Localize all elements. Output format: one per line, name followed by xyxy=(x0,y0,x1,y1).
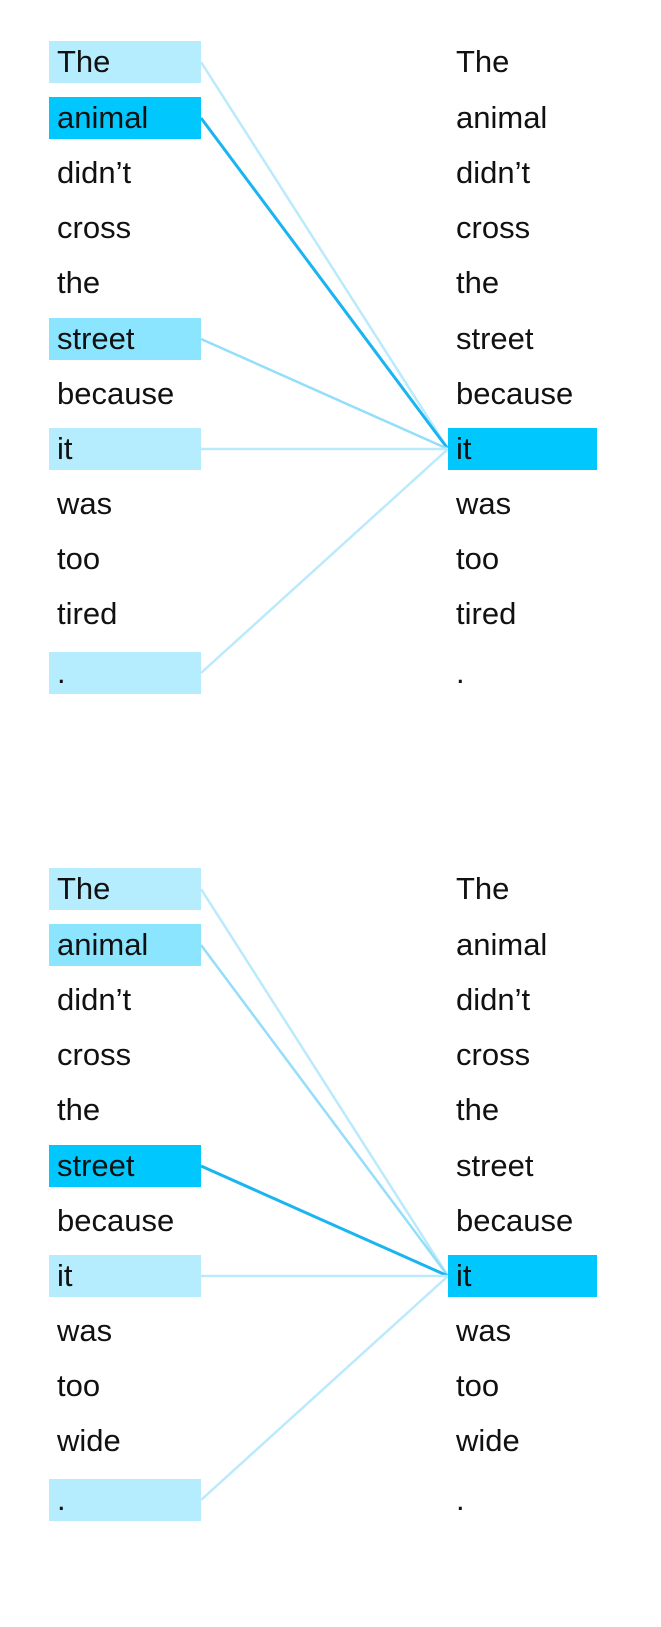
attention-line xyxy=(200,337,449,451)
right-token: animal xyxy=(456,100,548,135)
left-token: animal xyxy=(49,97,201,139)
right-token: . xyxy=(456,655,465,690)
right-token: tired xyxy=(456,596,517,631)
left-token: the xyxy=(57,265,101,300)
attention-line xyxy=(199,61,450,450)
right-token: animal xyxy=(456,927,548,962)
left-token: . xyxy=(49,1479,201,1521)
attention-diagram-1: The animal didn’t cross the street becau… xyxy=(0,0,661,800)
left-token: was xyxy=(57,486,113,521)
right-token: . xyxy=(456,1482,465,1517)
right-token: the xyxy=(456,265,500,300)
left-token: was xyxy=(57,1313,113,1348)
left-token: The xyxy=(49,868,201,910)
right-token: The xyxy=(456,871,510,906)
left-token: . xyxy=(49,652,201,694)
right-token: was xyxy=(456,486,512,521)
left-token: cross xyxy=(57,1037,132,1072)
attention-line xyxy=(199,888,450,1277)
left-token: didn’t xyxy=(57,155,132,190)
right-token: The xyxy=(456,44,510,79)
left-token: the xyxy=(57,1092,101,1127)
right-token: cross xyxy=(456,1037,531,1072)
left-token: because xyxy=(57,1203,175,1238)
attention-line xyxy=(199,944,450,1277)
right-token: cross xyxy=(456,210,531,245)
left-token: too xyxy=(57,541,101,576)
right-token: because xyxy=(456,376,574,411)
left-token: it xyxy=(49,1255,201,1297)
attention-line xyxy=(200,1275,449,1501)
attention-line xyxy=(200,448,449,674)
left-token: cross xyxy=(57,210,132,245)
attention-line xyxy=(200,1164,449,1278)
left-token: The xyxy=(49,41,201,83)
right-token: didn’t xyxy=(456,982,531,1017)
right-token: the xyxy=(456,1092,500,1127)
left-token: animal xyxy=(49,924,201,966)
right-token: didn’t xyxy=(456,155,531,190)
right-token: was xyxy=(456,1313,512,1348)
left-token: because xyxy=(57,376,175,411)
right-token: street xyxy=(456,1148,534,1183)
left-token: tired xyxy=(57,596,118,631)
left-token: it xyxy=(49,428,201,470)
right-token: because xyxy=(456,1203,574,1238)
left-token: street xyxy=(49,1145,201,1187)
right-token: too xyxy=(456,1368,500,1403)
right-token: it xyxy=(448,1255,597,1297)
right-token: street xyxy=(456,321,534,356)
attention-diagram-2: The animal didn’t cross the street becau… xyxy=(0,827,661,1627)
left-token: too xyxy=(57,1368,101,1403)
left-token: wide xyxy=(57,1423,121,1458)
right-token: too xyxy=(456,541,500,576)
left-token: street xyxy=(49,318,201,360)
left-token: didn’t xyxy=(57,982,132,1017)
right-token: wide xyxy=(456,1423,520,1458)
right-token: it xyxy=(448,428,597,470)
attention-line xyxy=(199,117,450,450)
